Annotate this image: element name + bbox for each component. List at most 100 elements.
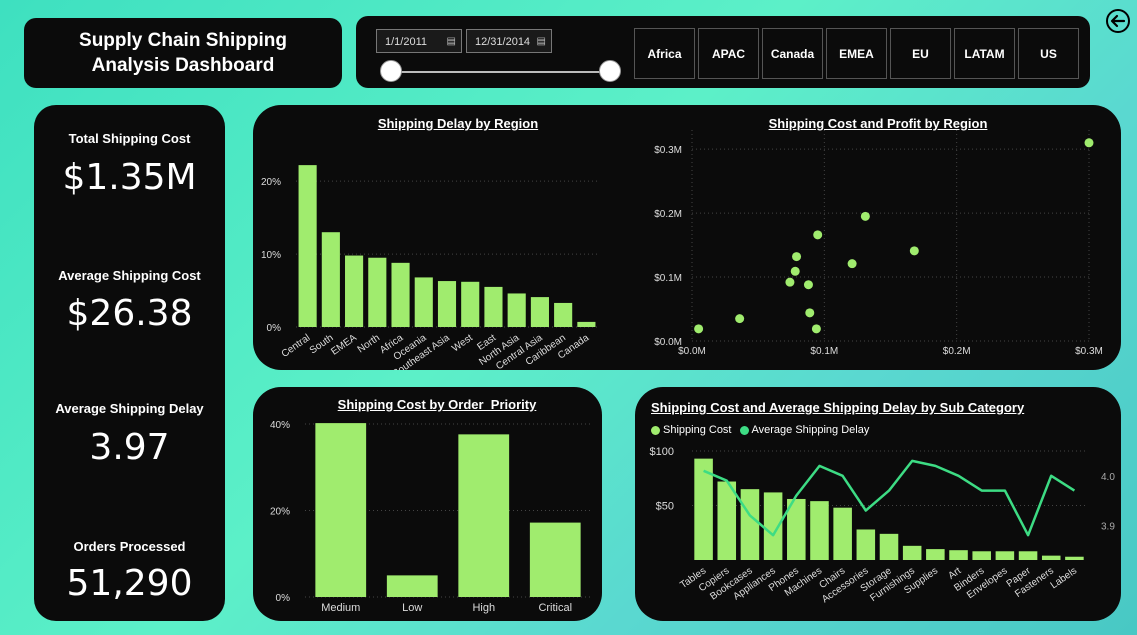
y-tick-label: 20% [261,177,281,188]
scatter-point [811,324,821,334]
bar-furnishings [902,545,922,560]
scatter-point [790,266,800,276]
y-tick-label: 0% [267,323,282,334]
x-tick-label: $0.1M [810,346,838,357]
legend-swatch-shipping-cost [651,425,660,435]
subcategory-chart-panel: Shipping Cost and Average Shipping Delay… [635,387,1121,621]
y-tick-label: $0.1M [654,273,682,284]
region-button-africa[interactable]: Africa [634,28,695,79]
bar-north [368,257,387,327]
bar-emea [345,255,364,327]
x-tick-label: West [450,332,475,354]
bar-high [458,434,510,597]
bar-chairs [833,507,852,560]
legend-swatch-avg-delay [739,425,749,435]
bar-southeast-asia [437,281,457,327]
y-tick-label: $0.2M [654,209,682,220]
bar-fasteners [1041,555,1061,560]
x-tick-label: $0.2M [943,346,971,357]
scatter-point [792,252,802,262]
cost-by-priority-chart[interactable]: 0% 20% 40% Medium Low High Critical [253,411,602,621]
priority-chart-panel: Shipping Cost by Order_Priority 0% 20% 40%… [253,387,602,621]
scatter-point [694,324,704,334]
bar-central [298,165,317,327]
date-slider-end-handle[interactable] [599,60,621,82]
x-tick-label: Medium [321,602,360,614]
scatter-point [803,280,813,290]
y-tick-label: 0% [276,593,291,604]
start-date-input[interactable]: 1/1/2011 ▤ [376,29,462,53]
x-tick-label: Central [280,332,313,360]
bar-east [484,286,503,327]
legend-label-avg-delay: Average Shipping Delay [751,424,870,436]
x-tick-label: $0.0M [678,346,706,357]
bar-art [949,550,968,560]
region-button-eu[interactable]: EU [890,28,951,79]
bar-storage [879,533,899,560]
region-button-canada[interactable]: Canada [762,28,823,79]
region-button-latam[interactable]: LATAM [954,28,1015,79]
bar-north-asia [507,293,526,327]
bar-caribbean [554,302,573,327]
avg-shipping-cost-label: Average Shipping Cost [58,268,201,283]
bar-africa [391,262,410,327]
date-slider-start-handle[interactable] [380,60,402,82]
x-tick-label: $0.3M [1075,346,1103,357]
bar-low [386,575,438,597]
scatter-point [813,230,823,240]
subcategory-legend: Shipping Cost Average Shipping Delay [651,424,869,436]
region-button-emea[interactable]: EMEA [826,28,887,79]
scatter-point [860,211,870,221]
y-tick-label: 20% [270,506,290,517]
cost-profit-scatter-chart[interactable]: $0.0M$0.0M$0.1M$0.1M$0.2M$0.2M$0.3M$0.3M [633,130,1113,370]
end-date-value: 12/31/2014 [475,36,531,48]
y-tick-label: $100 [650,446,674,458]
cost-delay-subcategory-chart[interactable]: $50$1003.94.0TablesCopiersBookcasesAppli… [635,437,1121,621]
scatter-point [785,277,795,287]
calendar-icon: ▤ [536,36,546,47]
region-button-apac[interactable]: APAC [698,28,759,79]
bar-critical [529,522,581,597]
bar-labels [1065,556,1084,560]
scatter-point [805,308,815,318]
bar-oceania [414,277,433,327]
avg-shipping-delay-label: Average Shipping Delay [55,401,204,416]
legend-label-shipping-cost: Shipping Cost [663,424,732,436]
cost-by-priority-title: Shipping Cost by Order_Priority [337,397,537,412]
bar-supplies [926,549,945,560]
date-range-slider[interactable] [390,71,610,73]
bar-medium [315,423,367,597]
bar-bookcases [740,489,760,560]
x-tick-label: North [356,332,382,355]
x-tick-label: Critical [538,602,572,614]
y2-tick-label: 3.9 [1101,521,1115,532]
bar-envelopes [995,551,1015,560]
back-arrow-icon[interactable] [1105,8,1131,34]
kpi-panel: Total Shipping Cost $1.35M Average Shipp… [34,105,225,621]
end-date-input[interactable]: 12/31/2014 ▤ [466,29,552,53]
region-button-us[interactable]: US [1018,28,1079,79]
orders-processed-value: 51,290 [66,563,193,604]
x-tick-label: Labels [1049,565,1079,591]
total-shipping-cost-value: $1.35M [62,157,197,198]
bar-paper [1018,551,1038,560]
delay-by-region-title: Shipping Delay by Region [377,116,539,131]
bar-south [321,232,340,327]
y-tick-label: 40% [270,420,290,431]
bar-accessories [856,529,876,560]
scatter-point [909,246,919,256]
cost-delay-subcategory-title: Shipping Cost and Average Shipping Delay… [651,400,1025,415]
bar-west [461,281,480,327]
bar-machines [810,501,829,560]
avg-shipping-cost-value: $26.38 [66,293,193,334]
orders-processed-label: Orders Processed [73,539,186,554]
scatter-point [847,259,857,269]
y-tick-label: $0.3M [654,145,682,156]
delay-by-region-chart[interactable]: 0%10%20%CentralSouthEMEANorthAfricaOcean… [253,130,633,370]
scatter-point [1084,138,1094,148]
y-tick-label: 10% [261,250,281,261]
dashboard-title: Supply Chain Shipping Analysis Dashboard [79,30,287,76]
bar-copiers [717,481,737,560]
y2-tick-label: 4.0 [1101,472,1115,483]
cost-profit-by-region-title: Shipping Cost and Profit by Region [768,116,988,131]
